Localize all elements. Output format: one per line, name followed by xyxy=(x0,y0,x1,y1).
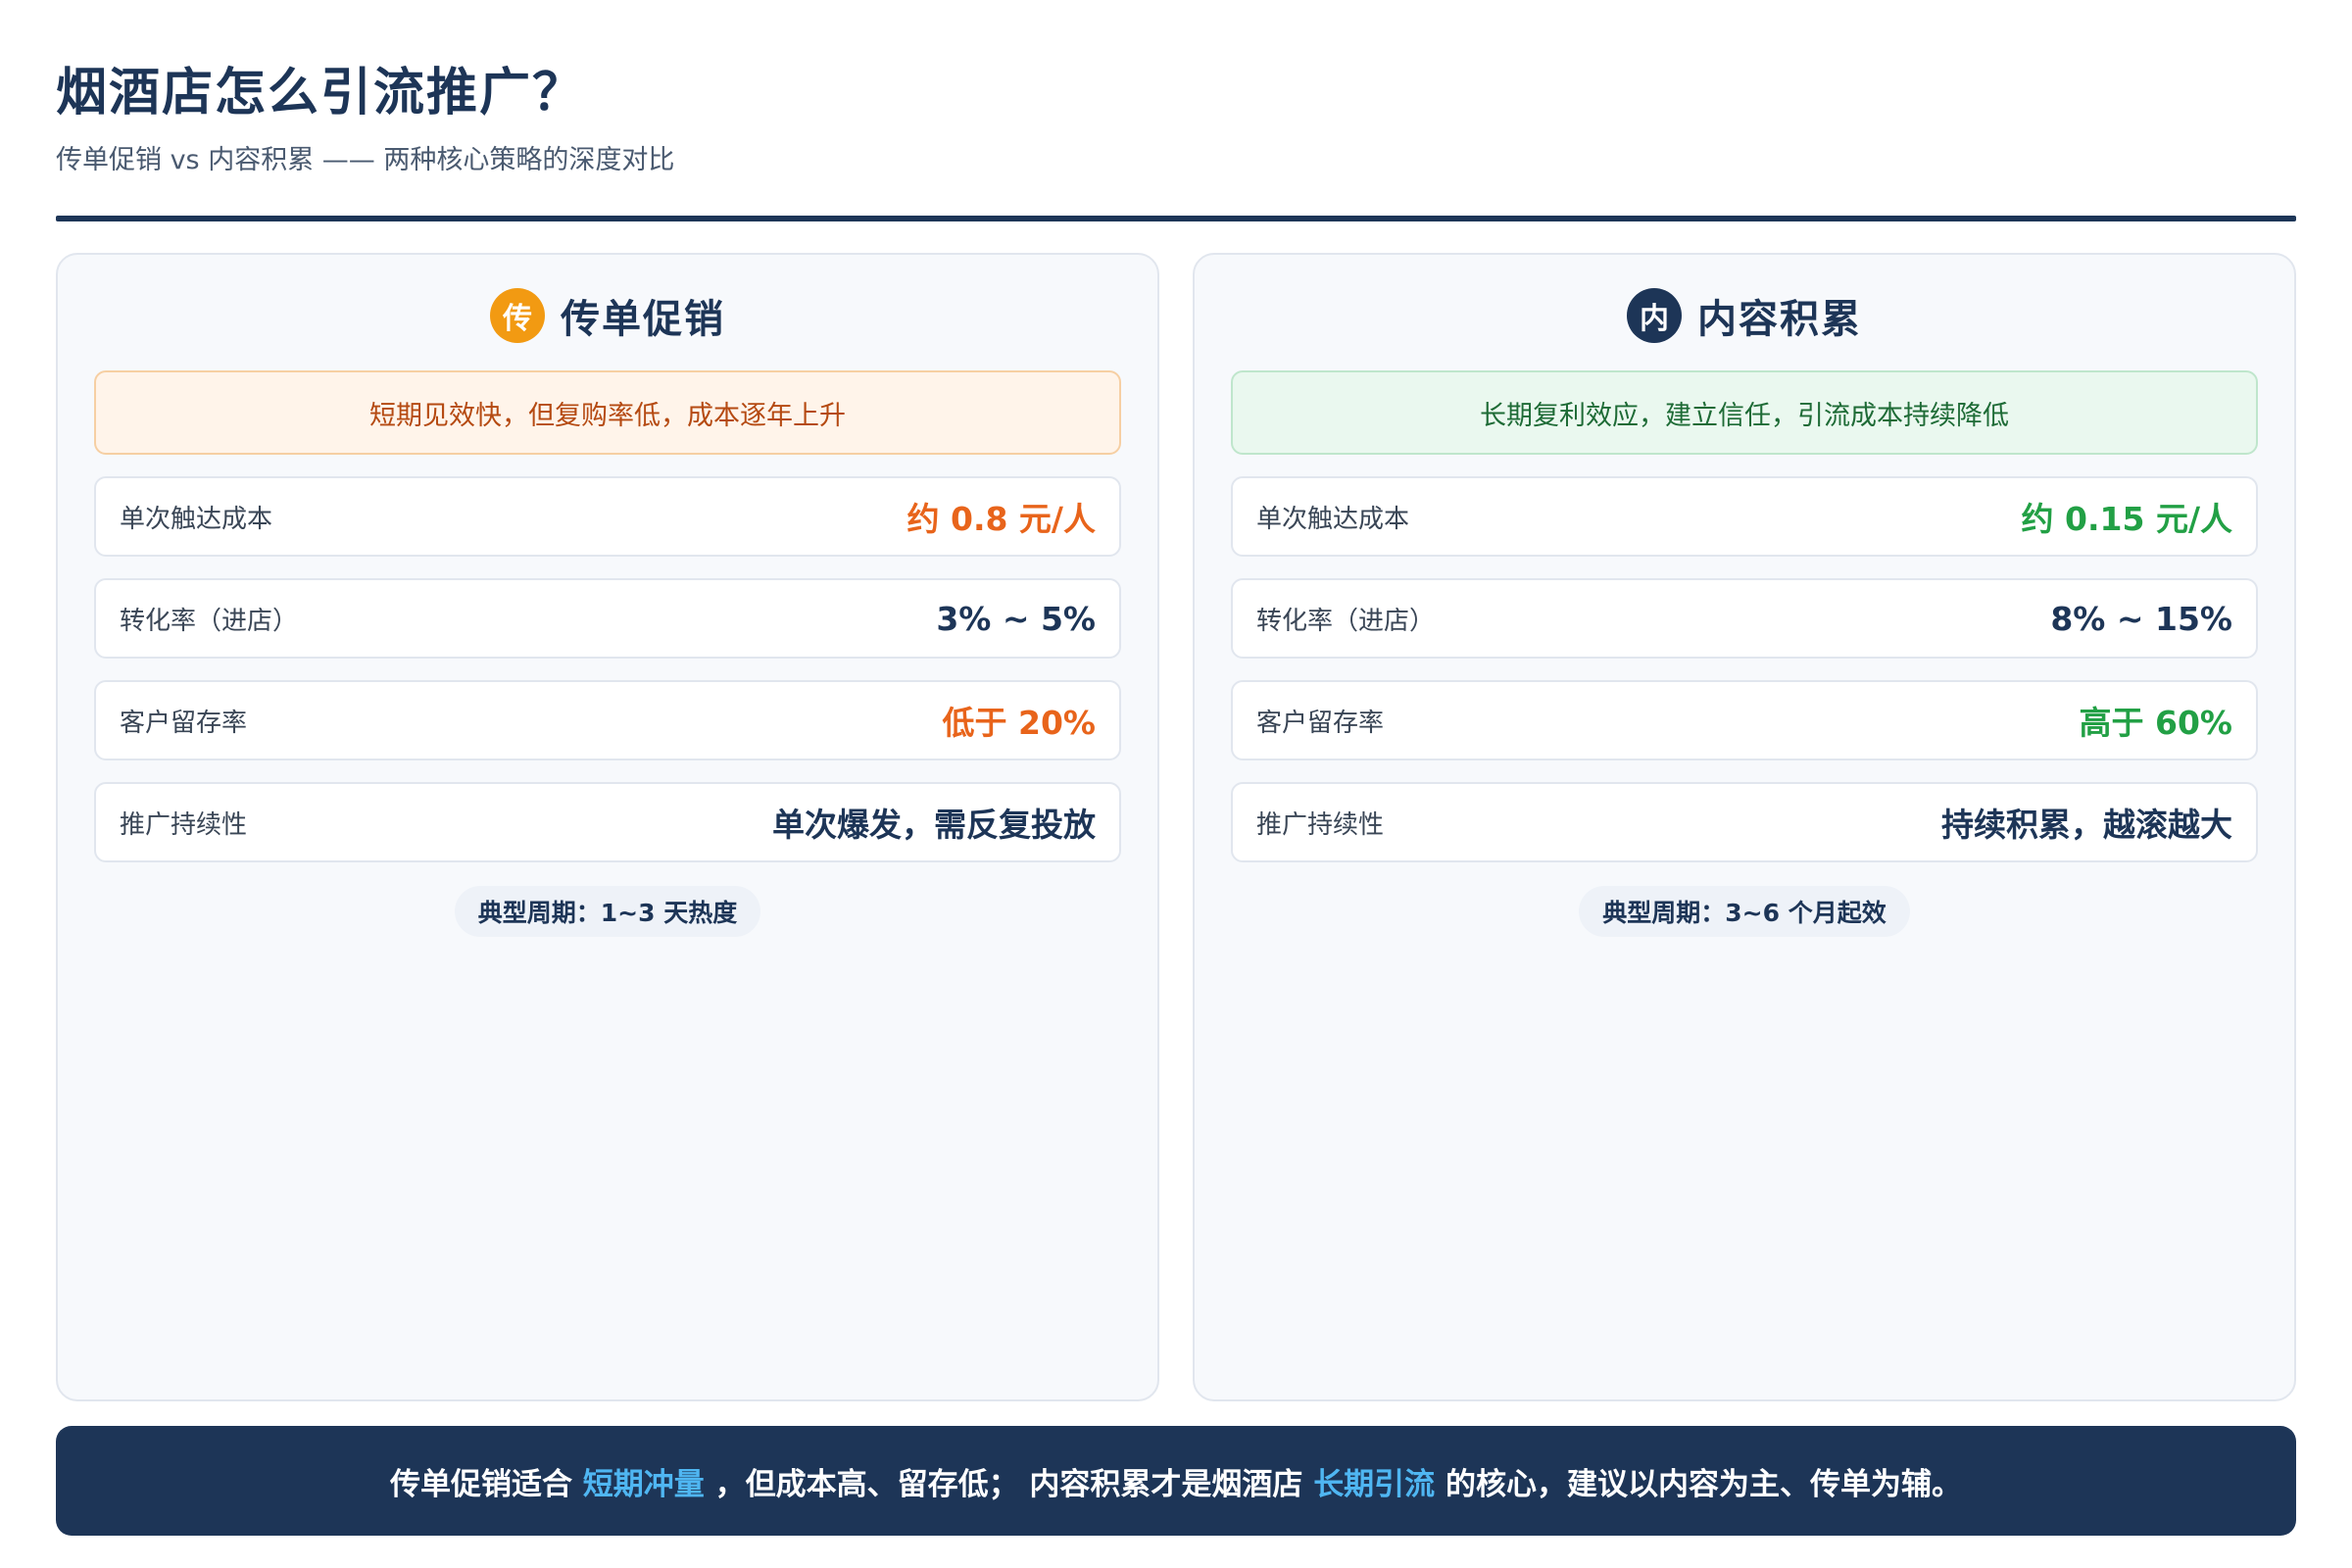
metric-label: 转化率（进店） xyxy=(120,606,299,636)
metric-row: 客户留存率 高于 60% xyxy=(1231,680,2258,760)
metric-label: 客户留存率 xyxy=(1256,708,1385,738)
metric-row: 推广持续性 单次爆发，需反复投放 xyxy=(94,782,1121,862)
metric-label: 推广持续性 xyxy=(1256,809,1385,840)
metric-row: 推广持续性 持续积累，越滚越大 xyxy=(1231,782,2258,862)
page: 烟酒店怎么引流推广？ 传单促销 vs 内容积累 —— 两种核心策略的深度对比 传… xyxy=(0,0,2352,1568)
content-badge-icon: 内 xyxy=(1627,288,1682,343)
card-summary-note: 短期见效快，但复购率低，成本逐年上升 xyxy=(94,370,1121,455)
comparison-cards: 传 传单促销 短期见效快，但复购率低，成本逐年上升 单次触达成本 约 0.8 元… xyxy=(56,253,2296,1401)
metric-row: 转化率（进店） 8% ~ 15% xyxy=(1231,578,2258,659)
conclusion-banner: 传单促销适合 短期冲量 ，但成本高、留存低； 内容积累才是烟酒店 长期引流 的核… xyxy=(56,1426,2296,1536)
header-divider xyxy=(56,216,2296,221)
metric-row: 客户留存率 低于 20% xyxy=(94,680,1121,760)
metric-label: 转化率（进店） xyxy=(1256,606,1436,636)
metric-label: 客户留存率 xyxy=(120,708,248,738)
metric-value: 低于 20% xyxy=(942,704,1096,742)
metric-label: 推广持续性 xyxy=(120,809,248,840)
metric-value: 3% ~ 5% xyxy=(936,599,1096,638)
metric-value: 高于 60% xyxy=(2079,704,2232,742)
metric-value: 约 0.8 元/人 xyxy=(906,500,1097,538)
metric-value: 8% ~ 15% xyxy=(2050,599,2232,638)
metric-value: 单次爆发，需反复投放 xyxy=(772,806,1096,844)
metric-value: 约 0.15 元/人 xyxy=(2021,500,2232,538)
typical-cycle-pill: 典型周期：3~6 个月起效 xyxy=(1579,886,1910,937)
metric-label: 单次触达成本 xyxy=(120,504,273,534)
content-accumulation-card: 内 内容积累 长期复利效应，建立信任，引流成本持续降低 单次触达成本 约 0.1… xyxy=(1193,253,2296,1401)
typical-cycle-pill: 典型周期：1~3 天热度 xyxy=(454,886,761,937)
metric-row: 单次触达成本 约 0.8 元/人 xyxy=(94,476,1121,557)
page-title: 烟酒店怎么引流推广？ xyxy=(56,64,586,122)
flyer-badge-icon: 传 xyxy=(490,288,545,343)
conclusion-text: ，但成本高、留存低； 内容积累才是烟酒店 xyxy=(714,1466,1303,1502)
conclusion-text: 传单促销适合 xyxy=(390,1466,572,1502)
metric-row: 单次触达成本 约 0.15 元/人 xyxy=(1231,476,2258,557)
metric-value: 持续积累，越滚越大 xyxy=(1941,806,2232,844)
conclusion-highlight: 短期冲量 xyxy=(582,1466,705,1502)
card-title: 传单促销 xyxy=(561,297,725,342)
card-header: 内 内容积累 xyxy=(1231,286,2258,345)
conclusion-highlight: 长期引流 xyxy=(1313,1466,1436,1502)
card-title: 内容积累 xyxy=(1697,297,1862,342)
card-summary-note: 长期复利效应，建立信任，引流成本持续降低 xyxy=(1231,370,2258,455)
conclusion-text: 的核心，建议以内容为主、传单为辅。 xyxy=(1445,1466,1962,1502)
flyer-promo-card: 传 传单促销 短期见效快，但复购率低，成本逐年上升 单次触达成本 约 0.8 元… xyxy=(56,253,1159,1401)
card-header: 传 传单促销 xyxy=(94,286,1121,345)
metric-label: 单次触达成本 xyxy=(1256,504,1410,534)
page-subtitle: 传单促销 vs 内容积累 —— 两种核心策略的深度对比 xyxy=(56,145,675,175)
metric-row: 转化率（进店） 3% ~ 5% xyxy=(94,578,1121,659)
